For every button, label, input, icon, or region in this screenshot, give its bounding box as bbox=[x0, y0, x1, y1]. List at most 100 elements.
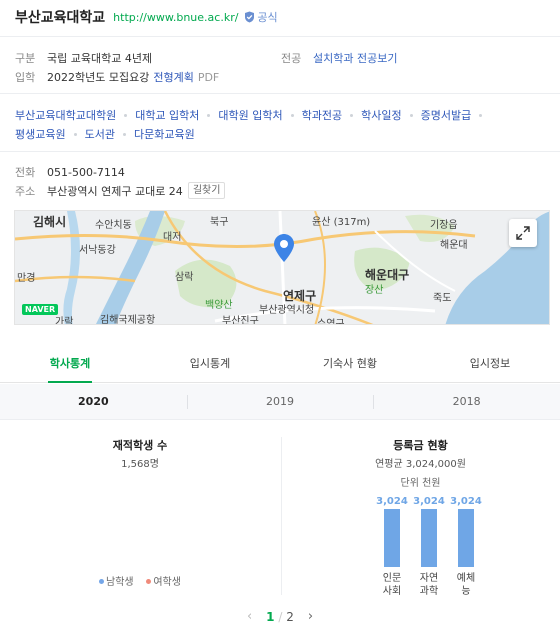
map-label-suanchi: 수안치동 bbox=[95, 220, 132, 231]
quick-link-certificates[interactable]: 증명서발급 bbox=[421, 107, 472, 123]
shield-check-icon bbox=[245, 11, 255, 23]
map-label-yunsan: 윤산 (317m) bbox=[312, 217, 371, 228]
tab-admission-info[interactable]: 입시정보 bbox=[420, 345, 560, 382]
homepage-link[interactable]: http://www.bnue.ac.kr/ bbox=[113, 11, 238, 24]
admission-pdf-label: PDF bbox=[197, 70, 220, 84]
total-pages: 2 bbox=[286, 609, 294, 624]
admission-label: 입학 bbox=[15, 71, 36, 84]
location-map[interactable]: 김해시 수안치동 서낙동강 대저 삼락 백양산 북구 윤산 (317m) 연제구… bbox=[14, 210, 550, 325]
link-separator bbox=[124, 114, 128, 117]
quick-link-calendar[interactable]: 학사일정 bbox=[361, 107, 401, 123]
link-separator bbox=[290, 114, 294, 117]
tuition-title: 등록금 현황 bbox=[393, 439, 448, 452]
official-label: 공식 bbox=[257, 11, 278, 24]
phone-row: 전화 051-500-7114 bbox=[15, 164, 125, 180]
map-label-gimhae: 김해시 bbox=[33, 215, 67, 229]
address-row: 주소 부산광역시 연제구 교대로 24 길찾기 bbox=[15, 182, 226, 199]
link-separator bbox=[409, 114, 413, 117]
bar-data-label: 3,024 bbox=[376, 496, 408, 507]
type-value: 국립 교육대학교 4년제 bbox=[47, 52, 153, 65]
links-divider bbox=[0, 151, 560, 152]
link-separator bbox=[479, 114, 483, 117]
page-title[interactable]: 부산교육대학교 bbox=[15, 7, 105, 27]
legend-male-label: 남학생 bbox=[106, 577, 134, 588]
major-row: 전공 설치학과 전공보기 bbox=[281, 50, 397, 66]
map-label-jukdo: 죽도 bbox=[433, 293, 452, 304]
phone-value[interactable]: 051-500-7114 bbox=[47, 166, 125, 179]
tab-admission-stats[interactable]: 입시통계 bbox=[140, 345, 280, 382]
admission-plan-link[interactable]: 전형계획 bbox=[153, 69, 193, 85]
next-page-icon[interactable]: › bbox=[308, 609, 313, 624]
students-legend: 남학생 여학생 bbox=[0, 573, 280, 588]
major-link[interactable]: 설치학과 전공보기 bbox=[313, 50, 397, 66]
bar-data-label: 3,024 bbox=[413, 496, 445, 507]
tuition-bar bbox=[458, 509, 474, 567]
map-label-ic-gakhak: 가락 bbox=[55, 317, 74, 325]
map-label-suyeong: 수영구 bbox=[317, 319, 345, 325]
year-2019[interactable]: 2019 bbox=[186, 384, 374, 419]
map-label-airport: 김해국제공항 bbox=[100, 315, 156, 325]
map-label-mangeon: 만경 bbox=[17, 273, 36, 284]
link-separator bbox=[207, 114, 211, 117]
quick-link-multicultural[interactable]: 다문화교육원 bbox=[134, 126, 195, 142]
quick-link-grad-admissions[interactable]: 대학원 입학처 bbox=[218, 107, 282, 123]
year-selector: 2020 2019 2018 bbox=[0, 384, 560, 420]
year-2020[interactable]: 2020 bbox=[0, 384, 187, 419]
link-separator bbox=[122, 133, 126, 136]
current-page: 1 bbox=[266, 609, 275, 624]
major-label: 전공 bbox=[281, 52, 302, 65]
map-expand-button[interactable] bbox=[509, 219, 537, 247]
tuition-bar-chart: 3,024 인문사회 3,024 자연과학 3,024 예체능 bbox=[376, 496, 482, 597]
legend-male-dot bbox=[99, 579, 105, 584]
tab-academic-stats[interactable]: 학사통계 bbox=[0, 345, 140, 383]
tuition-bar bbox=[421, 509, 437, 567]
type-row: 구분 국립 교육대학교 4년제 bbox=[15, 50, 152, 66]
bar-category-label: 인문 bbox=[383, 572, 401, 584]
tab-dormitory[interactable]: 기숙사 현황 bbox=[280, 345, 420, 382]
students-total: 1,568명 bbox=[121, 459, 159, 470]
info-divider bbox=[0, 93, 560, 94]
map-label-jangsan: 장산 bbox=[365, 285, 384, 296]
quick-links-row-2: 평생교육원 도서관 다문화교육원 bbox=[15, 126, 550, 142]
bar-category-label: 사회 bbox=[383, 585, 401, 597]
link-separator bbox=[73, 133, 77, 136]
legend-female-label: 여학생 bbox=[153, 577, 181, 588]
quick-link-library[interactable]: 도서관 bbox=[85, 126, 115, 142]
directions-button[interactable]: 길찾기 bbox=[187, 182, 226, 199]
official-badge: 공식 bbox=[244, 9, 278, 25]
map-label-ic-haeundae: 해운대 bbox=[440, 240, 468, 251]
map-label-baekyangsan: 백양산 bbox=[205, 300, 233, 311]
bar-data-label: 3,024 bbox=[450, 496, 482, 507]
address-label: 주소 bbox=[15, 184, 36, 198]
admission-value: 2022학년도 모집요강 bbox=[47, 71, 150, 84]
location-pin-icon[interactable] bbox=[274, 234, 294, 262]
quick-links-row-1: 부산교육대학교대학원 대학교 입학처 대학원 입학처 학과전공 학사일정 증명서… bbox=[15, 107, 550, 123]
map-label-gijang: 기장읍 bbox=[430, 220, 458, 231]
type-label: 구분 bbox=[15, 52, 36, 65]
quick-link-lifelong[interactable]: 평생교육원 bbox=[15, 126, 66, 142]
expand-icon bbox=[516, 226, 530, 240]
naver-logo: NAVER bbox=[22, 304, 59, 315]
year-2018[interactable]: 2018 bbox=[373, 384, 560, 419]
map-label-seonakdong: 서낙동강 bbox=[79, 245, 116, 256]
map-label-ic-samrak: 삼락 bbox=[175, 272, 194, 283]
pagination: ‹ 1 / 2 › bbox=[0, 609, 560, 624]
admission-row: 입학 2022학년도 모집요강 전형계획 PDF bbox=[15, 69, 219, 85]
tuition-panel: 등록금 현황 연평균 3,024,000원 단위 천원 3,024 인문 사회 3,0… bbox=[281, 420, 560, 600]
quick-link-admissions[interactable]: 대학교 입학처 bbox=[135, 107, 199, 123]
quick-link-majors[interactable]: 학과전공 bbox=[302, 107, 342, 123]
quick-link-grad-school[interactable]: 부산교육대학교대학원 bbox=[15, 107, 116, 123]
legend-female-dot bbox=[146, 579, 152, 584]
map-label-city-hall: 부산광역시청 bbox=[259, 305, 315, 316]
prev-page-icon[interactable]: ‹ bbox=[247, 609, 252, 624]
header-divider bbox=[0, 36, 560, 37]
students-title: 재적학생 수 bbox=[112, 439, 168, 452]
map-label-bukgu: 북구 bbox=[210, 217, 229, 228]
header: 부산교육대학교 http://www.bnue.ac.kr/ 공식 bbox=[15, 8, 278, 26]
bar-category-label: 능 bbox=[461, 585, 470, 597]
stats-tabs: 학사통계 입시통계 기숙사 현황 입시정보 bbox=[0, 345, 560, 383]
students-panel: 재적학생 수 1,568명 남학생 여학생 bbox=[0, 420, 280, 600]
phone-label: 전화 bbox=[15, 166, 36, 179]
address-value: 부산광역시 연제구 교대로 24 bbox=[47, 184, 183, 198]
bar-category-label: 과학 bbox=[420, 585, 438, 597]
